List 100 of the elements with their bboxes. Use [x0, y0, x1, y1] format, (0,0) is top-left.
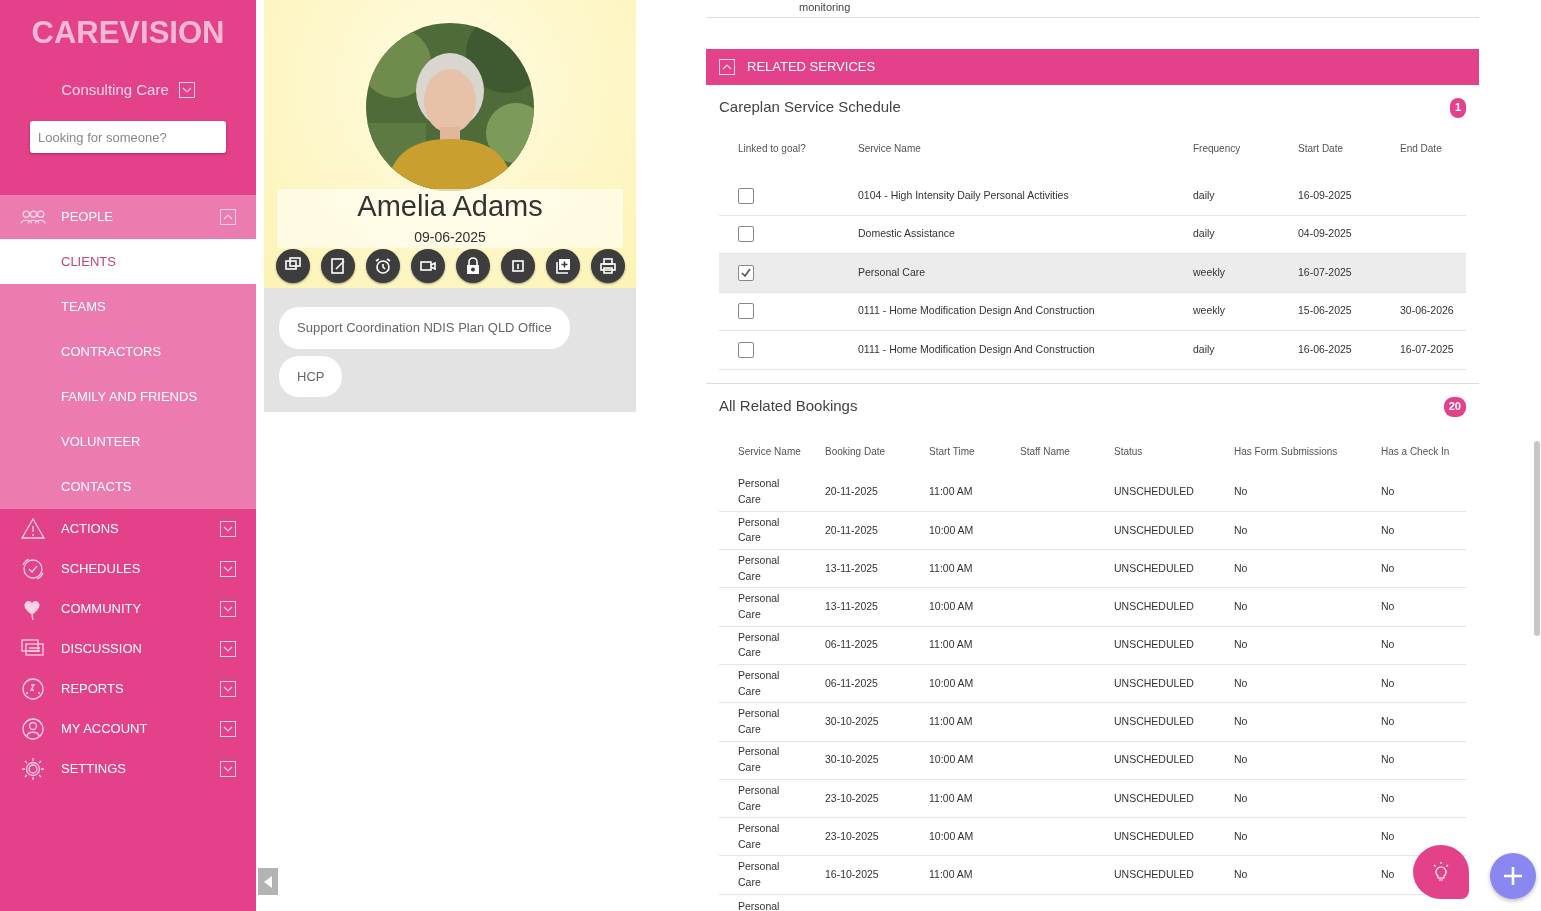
table-cell-text: Personal Care [738, 782, 781, 814]
checkbox[interactable] [738, 341, 754, 358]
table-cell-text: 06-11-2025 [825, 675, 878, 691]
nav-subitem[interactable]: VOLUNTEER [0, 419, 256, 464]
nav-subitem[interactable]: CONTRACTORS [0, 329, 256, 374]
table-cell-text: weekly [1193, 264, 1226, 280]
table-cell-text: No [1381, 675, 1395, 691]
nav-subitem[interactable]: CONTACTS [0, 464, 256, 509]
table-cell-text: 11:00 AM [929, 637, 973, 653]
nav-subitem[interactable]: TEAMS [0, 284, 256, 329]
expand-icon[interactable] [220, 601, 236, 617]
expand-icon[interactable] [220, 561, 236, 577]
table-cell-text: 16-07-2025 [1298, 264, 1352, 280]
table-cell-text: 04-09-2025 [1298, 226, 1352, 242]
table-cell-text: daily [1193, 187, 1215, 203]
column-header: End Date [1400, 142, 1442, 156]
table-cell-text: UNSCHEDULED [1114, 790, 1194, 806]
scrollbar-thumb[interactable] [1534, 441, 1540, 636]
video-button[interactable] [410, 249, 445, 283]
search-field[interactable]: Looking for someone? [30, 121, 226, 153]
edit-button[interactable] [320, 249, 355, 283]
count-badge: 20 [1443, 396, 1466, 417]
expand-icon[interactable] [220, 761, 236, 777]
table-cell-text: 15-06-2025 [1298, 303, 1352, 319]
nav-item[interactable]: REPORTS [0, 669, 256, 709]
table-cell: UNSCHEDULED [1114, 867, 1194, 883]
table-cell-text: UNSCHEDULED [1114, 752, 1194, 768]
checkbox[interactable] [738, 264, 754, 281]
collapse-icon[interactable] [220, 209, 236, 225]
table-cell-text: 11:00 AM [929, 560, 973, 576]
table-cell: No [1234, 867, 1248, 883]
table-cell-text: 16-07-2025 [1400, 341, 1454, 357]
client-date: 09-06-2025 [413, 228, 487, 247]
expand-icon[interactable] [220, 721, 236, 737]
logo: CAREVISION [30, 14, 226, 52]
table-cell-text: No [1234, 752, 1248, 768]
plus-icon [1502, 865, 1524, 887]
table-cell-text: Personal Care [738, 591, 781, 623]
table-cell: No [1234, 484, 1248, 500]
alarm-clock-button[interactable] [365, 249, 400, 283]
print-button[interactable] [590, 249, 625, 283]
column-header: Service Name [738, 445, 801, 459]
count-badge: 1 [1449, 97, 1466, 118]
table-cell: UNSCHEDULED [1114, 714, 1194, 730]
column-header: Booking Date [825, 445, 886, 459]
lock-button[interactable] [455, 249, 490, 283]
table-cell-text: No [1381, 637, 1395, 653]
table-cell-text: 06-11-2025 [825, 637, 878, 653]
nav-subitem[interactable]: FAMILY AND FRIENDS [0, 374, 256, 419]
nav-item[interactable]: SETTINGS [0, 749, 256, 789]
checkbox[interactable] [738, 303, 754, 320]
section-title: All Related Bookings [719, 396, 858, 417]
table-cell-text: No [1234, 675, 1248, 691]
add-copy-button[interactable] [545, 249, 580, 283]
nav-subitem[interactable]: CLIENTS [0, 239, 256, 284]
table-cell: No [1234, 714, 1248, 730]
table-cell-text: No [1381, 560, 1395, 576]
tag-chip[interactable]: HCP [279, 355, 343, 397]
table-cell: 10:00 AM [929, 599, 974, 615]
nav-item[interactable]: PEOPLE [0, 195, 256, 239]
table-cell: 16-10-2025 [825, 867, 879, 883]
checkbox[interactable] [738, 187, 754, 204]
column-header: Staff Name [1020, 445, 1070, 459]
table-cell: 13-11-2025 [825, 599, 878, 615]
table-cell-text: Personal Care [738, 859, 781, 891]
table-cell: 30-10-2025 [825, 714, 879, 730]
nav-item[interactable]: COMMUNITY [0, 589, 256, 629]
table-cell: 11:00 AM [929, 714, 973, 730]
expand-icon[interactable] [220, 681, 236, 697]
chat-button[interactable] [275, 249, 310, 283]
table-cell-text: UNSCHEDULED [1114, 522, 1194, 538]
triangle-icon [263, 874, 273, 889]
column-header: Start Time [929, 445, 975, 459]
table-cell-text: UNSCHEDULED [1114, 637, 1194, 653]
table-cell-text: 0111 - Home Modification Design And Construction [858, 303, 1095, 319]
warning-icon [20, 517, 46, 541]
table-cell: 11:00 AM [929, 867, 973, 883]
clock-icon [20, 557, 46, 581]
table-cell-text: 23-10-2025 [825, 790, 879, 806]
nav-item[interactable]: MY ACCOUNT [0, 709, 256, 749]
tips-button[interactable] [1413, 845, 1469, 899]
table-cell: Personal [738, 898, 780, 911]
add-button[interactable] [1490, 853, 1536, 899]
nav-item[interactable]: DISCUSSION [0, 629, 256, 669]
column-header: Frequency [1193, 142, 1241, 156]
column-header: Start Date [1298, 142, 1344, 156]
table-cell-text: No [1234, 522, 1248, 538]
nav-item[interactable]: ACTIONS [0, 509, 256, 549]
section-header[interactable]: RELATED SERVICES [706, 49, 1479, 85]
expand-icon[interactable] [220, 521, 236, 537]
selected-row[interactable]: Personal Care weekly 16-07-2025 [719, 254, 1466, 293]
column-header: Service Name [858, 142, 921, 156]
expand-icon[interactable] [220, 641, 236, 657]
dropdown-icon[interactable] [178, 81, 195, 98]
checkbox[interactable] [738, 226, 754, 243]
tag-chip[interactable]: Support Coordination NDIS Plan QLD Office [279, 307, 570, 349]
table-cell: No [1381, 599, 1395, 615]
nav-item[interactable]: SCHEDULES [0, 549, 256, 589]
info-button[interactable] [500, 249, 535, 283]
collapse-sidebar-button[interactable] [258, 868, 278, 895]
